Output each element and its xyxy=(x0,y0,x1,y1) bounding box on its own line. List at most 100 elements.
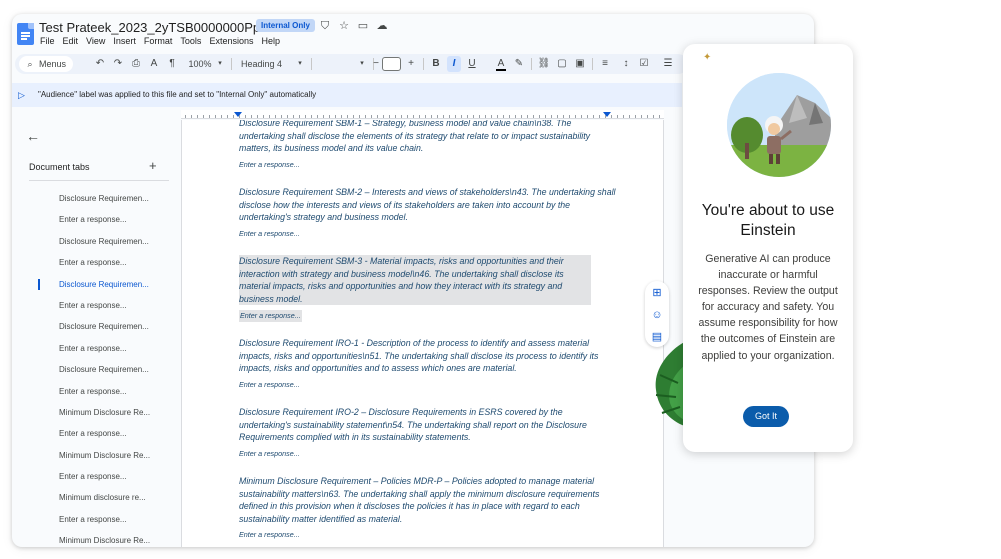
menu-file[interactable]: File xyxy=(40,36,55,46)
outline-item[interactable]: Enter a response... xyxy=(12,209,181,230)
add-tab-icon[interactable]: + xyxy=(149,158,157,173)
outline-item[interactable]: Enter a response... xyxy=(12,295,181,316)
ruler-tick xyxy=(491,115,492,118)
outline-item[interactable]: Disclosure Requiremen... xyxy=(12,274,181,295)
requirement-paragraph[interactable]: Disclosure Requirement SBM-2 – Interests… xyxy=(239,186,617,224)
response-placeholder[interactable]: Enter a response... xyxy=(239,160,300,169)
menu-view[interactable]: View xyxy=(86,36,105,46)
ruler-tick xyxy=(485,115,486,118)
chevron-down-icon[interactable]: ▾ xyxy=(295,56,305,72)
chevron-down-icon[interactable]: ▾ xyxy=(357,56,367,72)
emoji-reaction-icon[interactable]: ☺ xyxy=(650,308,664,322)
search-menus[interactable]: ⌕ Menus xyxy=(19,56,73,72)
ruler-tick xyxy=(407,115,408,118)
ruler-tick xyxy=(401,115,402,118)
align-icon[interactable]: ≡ xyxy=(598,56,612,72)
requirement-paragraph[interactable]: Disclosure Requirement IRO-2 – Disclosur… xyxy=(239,406,599,444)
print-icon[interactable]: ⎙ xyxy=(129,56,143,72)
bulleted-list-icon[interactable]: ☰ xyxy=(661,56,675,72)
outline-item[interactable]: Disclosure Requiremen... xyxy=(12,359,181,380)
suggest-edit-icon[interactable]: ▤ xyxy=(650,330,664,344)
ruler[interactable] xyxy=(181,110,664,119)
outline-item[interactable]: Enter a response... xyxy=(12,466,181,487)
line-spacing-icon[interactable]: ↕ xyxy=(619,56,633,72)
zoom-select[interactable]: 100% xyxy=(187,56,213,72)
document-page[interactable]: Disclosure Requirement SBM-1 – Strategy,… xyxy=(181,120,664,547)
response-placeholder[interactable]: Enter a response... xyxy=(239,310,302,322)
document-tabs-title: Document tabs xyxy=(29,162,90,172)
response-placeholder[interactable]: Enter a response... xyxy=(239,449,300,458)
chevron-down-icon[interactable]: ▾ xyxy=(215,56,225,72)
undo-icon[interactable]: ↶ xyxy=(93,56,107,72)
paint-format-icon[interactable]: ¶ xyxy=(165,56,179,72)
highlight-color-icon[interactable]: ✎ xyxy=(512,56,526,72)
paragraph-style-select[interactable]: Heading 4 xyxy=(241,56,287,72)
outline-item[interactable]: Enter a response... xyxy=(12,338,181,359)
document-title[interactable]: Test Prateek_2023_2yTSB0000000Ppd2AE xyxy=(39,20,292,35)
menu-tools[interactable]: Tools xyxy=(180,36,201,46)
ruler-tick xyxy=(563,115,564,118)
back-arrow-icon[interactable]: ← xyxy=(26,128,40,144)
ruler-tick xyxy=(515,115,516,118)
response-placeholder[interactable]: Enter a response... xyxy=(239,530,300,539)
got-it-button[interactable]: Got It xyxy=(743,406,789,427)
ruler-tick xyxy=(599,115,600,118)
label-badge[interactable]: Internal Only xyxy=(256,19,315,32)
ruler-tick xyxy=(233,115,234,118)
requirement-paragraph[interactable]: Minimum Disclosure Requirement – Policie… xyxy=(239,475,611,525)
outline-item[interactable]: Minimum Disclosure Re... xyxy=(12,402,181,423)
outline-item[interactable]: Disclosure Requiremen... xyxy=(12,316,181,337)
spellcheck-icon[interactable]: A xyxy=(147,56,161,72)
outline-item[interactable]: Minimum Disclosure Re... xyxy=(12,445,181,466)
star-icon[interactable]: ☆ xyxy=(338,20,350,32)
menu-extensions[interactable]: Extensions xyxy=(209,36,253,46)
menu-format[interactable]: Format xyxy=(144,36,173,46)
menu-bar: File Edit View Insert Format Tools Exten… xyxy=(40,36,280,46)
add-comment-icon[interactable]: ⊞ xyxy=(650,286,664,300)
increase-font-size-icon[interactable]: + xyxy=(404,56,418,72)
checklist-icon[interactable]: ☑ xyxy=(637,56,651,72)
docs-logo-icon[interactable] xyxy=(17,23,34,45)
ruler-tick xyxy=(419,115,420,118)
insert-link-icon[interactable]: ⛓ xyxy=(537,56,551,72)
ruler-tick xyxy=(341,115,342,118)
ruler-tick xyxy=(239,115,240,118)
font-select[interactable] xyxy=(317,56,357,72)
outline-item[interactable]: Enter a response... xyxy=(12,423,181,444)
menu-edit[interactable]: Edit xyxy=(63,36,79,46)
move-folder-icon[interactable]: ▭ xyxy=(357,20,369,32)
ruler-tick xyxy=(311,115,312,118)
divider xyxy=(311,58,312,70)
menu-help[interactable]: Help xyxy=(261,36,280,46)
outline-item[interactable]: Disclosure Requiremen... xyxy=(12,188,181,209)
outline-item[interactable]: Enter a response... xyxy=(12,252,181,273)
menu-insert[interactable]: Insert xyxy=(113,36,136,46)
outline-item[interactable]: Minimum Disclosure Re... xyxy=(12,530,181,547)
ruler-tick xyxy=(461,115,462,118)
insert-image-icon[interactable]: ▣ xyxy=(573,56,587,72)
ruler-tick xyxy=(347,115,348,118)
requirement-paragraph[interactable]: Disclosure Requirement IRO-1 - Descripti… xyxy=(239,337,617,375)
outline-item[interactable]: Disclosure Requiremen... xyxy=(12,231,181,252)
outline-item[interactable]: Enter a response... xyxy=(12,509,181,530)
underline-icon[interactable]: U xyxy=(465,56,479,72)
ruler-tick xyxy=(593,115,594,118)
ruler-tick xyxy=(335,115,336,118)
requirement-paragraph[interactable]: Disclosure Requirement SBM-3 - Material … xyxy=(239,255,591,306)
response-placeholder[interactable]: Enter a response... xyxy=(239,380,300,389)
add-comment-icon[interactable]: ▢ xyxy=(555,56,569,72)
requirement-paragraph[interactable]: Disclosure Requirement SBM-1 – Strategy,… xyxy=(239,120,617,155)
left-indent-marker[interactable] xyxy=(234,112,242,117)
outline-item[interactable]: Enter a response... xyxy=(12,381,181,402)
decrease-font-size-icon[interactable]: − xyxy=(369,56,383,72)
response-placeholder[interactable]: Enter a response... xyxy=(239,229,300,238)
ruler-tick xyxy=(641,115,642,118)
italic-icon[interactable]: I xyxy=(447,56,461,72)
outline-item[interactable]: Minimum disclosure re... xyxy=(12,487,181,508)
labels-shield-icon[interactable]: ⛉ xyxy=(319,20,331,32)
font-size-input[interactable] xyxy=(382,57,401,71)
bold-icon[interactable]: B xyxy=(429,56,443,72)
ruler-tick xyxy=(443,115,444,118)
redo-icon[interactable]: ↷ xyxy=(111,56,125,72)
cloud-status-icon[interactable]: ☁ xyxy=(376,20,388,32)
